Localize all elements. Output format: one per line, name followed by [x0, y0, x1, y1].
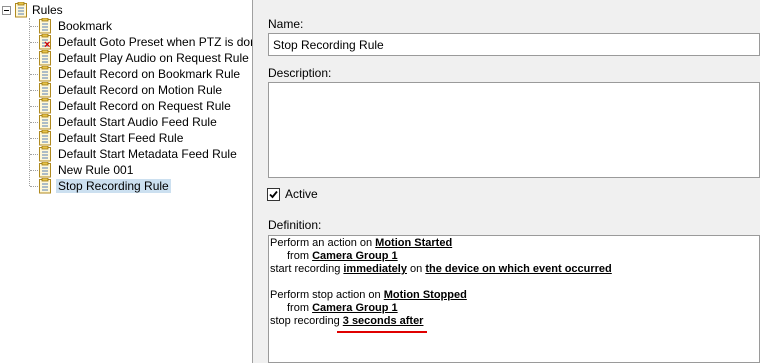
tree-branch-line	[30, 74, 38, 75]
stop-timing-link[interactable]: 3 seconds after	[343, 315, 424, 327]
rule-icon	[38, 114, 52, 130]
checkmark-icon	[269, 190, 278, 198]
tree-root-label: Rules	[32, 3, 63, 17]
tree-branch-line	[30, 42, 38, 43]
definition-line-1: Perform an action on Motion Started	[270, 237, 758, 250]
definition-text: stop recording	[270, 315, 343, 327]
rule-item[interactable]: Default Start Audio Feed Rule	[0, 114, 252, 130]
definition-line-2: from Camera Group 1	[270, 250, 758, 263]
name-field[interactable]	[268, 33, 760, 56]
active-row[interactable]: Active	[267, 186, 318, 202]
rule-item[interactable]: Bookmark	[0, 18, 252, 34]
rule-icon	[38, 82, 52, 98]
rule-item[interactable]: Default Start Feed Rule	[0, 130, 252, 146]
rule-item-label: Default Start Metadata Feed Rule	[58, 147, 237, 161]
tree-branch-line	[30, 26, 38, 27]
rule-item-label: Default Record on Request Rule	[58, 99, 231, 113]
rule-item-label: New Rule 001	[58, 163, 134, 177]
definition-line-4: Perform stop action on Motion Stopped	[270, 289, 758, 302]
tree-branch-line	[30, 170, 38, 171]
rule-icon	[38, 130, 52, 146]
definition-text: from	[287, 302, 313, 314]
tree-branch-line	[30, 186, 38, 187]
rule-icon	[38, 178, 52, 194]
definition-text: Perform an action on	[270, 237, 376, 249]
rule-item[interactable]: Default Record on Motion Rule	[0, 82, 252, 98]
tree-branch-line	[30, 154, 38, 155]
definition-text: from	[287, 250, 313, 262]
rule-item-label: Bookmark	[58, 19, 113, 33]
definition-line-6: stop recording 3 seconds after	[270, 315, 758, 328]
rule-item-label: Default Start Audio Feed Rule	[58, 115, 217, 129]
rules-folder-icon	[14, 2, 28, 18]
name-label: Name:	[268, 17, 304, 31]
rule-icon	[38, 18, 52, 34]
rule-item-label: Default Start Feed Rule	[58, 131, 184, 145]
definition-label: Definition:	[268, 218, 322, 232]
tree-branch-line	[30, 90, 38, 91]
rule-item[interactable]: Default Start Metadata Feed Rule	[0, 146, 252, 162]
source-link-1[interactable]: Camera Group 1	[312, 250, 398, 262]
start-timing-link[interactable]: immediately	[343, 263, 407, 275]
rule-item[interactable]: Stop Recording Rule	[0, 178, 252, 194]
rule-item-label: Default Goto Preset when PTZ is don	[58, 35, 253, 49]
rule-item-label: Default Play Audio on Request Rule	[58, 51, 249, 65]
rule-item[interactable]: Default Play Audio on Request Rule	[0, 50, 252, 66]
tree-branch-line	[30, 106, 38, 107]
description-field[interactable]	[268, 82, 760, 178]
definition-box: Perform an action on Motion Started from…	[268, 235, 760, 363]
highlight-underline	[337, 331, 427, 333]
rule-item-label: Default Record on Bookmark Rule	[58, 67, 241, 81]
definition-spacer	[270, 276, 758, 289]
source-link-2[interactable]: Camera Group 1	[312, 302, 398, 314]
rule-icon	[38, 146, 52, 162]
rule-properties-panel: Name: Description: Active Definition: Pe…	[258, 0, 760, 363]
definition-text: on	[406, 263, 426, 275]
event-stop-link[interactable]: Motion Stopped	[384, 289, 467, 301]
description-label: Description:	[268, 66, 332, 80]
active-checkbox[interactable]	[267, 187, 280, 201]
tree-branch-line	[30, 138, 38, 139]
event-start-link[interactable]: Motion Started	[375, 237, 452, 249]
rule-icon: ×	[38, 34, 52, 51]
collapse-toggle[interactable]	[2, 5, 11, 15]
definition-text: start recording	[270, 263, 344, 275]
rule-item[interactable]: New Rule 001	[0, 162, 252, 178]
target-device-link[interactable]: the device on which event occurred	[425, 263, 611, 275]
tree-root-rules[interactable]: Rules	[2, 2, 63, 18]
rule-item-label: Stop Recording Rule	[56, 179, 171, 193]
tree-branch-line	[30, 122, 38, 123]
rule-icon	[38, 162, 52, 178]
rule-icon	[38, 66, 52, 82]
definition-line-3: start recording immediately on the devic…	[270, 263, 758, 276]
rule-item[interactable]: Default Record on Request Rule	[0, 98, 252, 114]
definition-line-5: from Camera Group 1	[270, 302, 758, 315]
rules-tree[interactable]: Rules Bookmark × Default Goto Preset when …	[0, 0, 253, 363]
rule-item[interactable]: Default Record on Bookmark Rule	[0, 66, 252, 82]
tree-branch-line	[30, 58, 38, 59]
error-x-icon: ×	[44, 39, 51, 51]
rule-icon	[38, 98, 52, 114]
active-label: Active	[285, 187, 318, 201]
rule-item[interactable]: × Default Goto Preset when PTZ is don	[0, 34, 253, 51]
definition-text: Perform stop action on	[270, 289, 384, 301]
rule-item-label: Default Record on Motion Rule	[58, 83, 223, 97]
rule-list: Bookmark × Default Goto Preset when PTZ is…	[0, 18, 252, 194]
rule-icon	[38, 50, 52, 66]
